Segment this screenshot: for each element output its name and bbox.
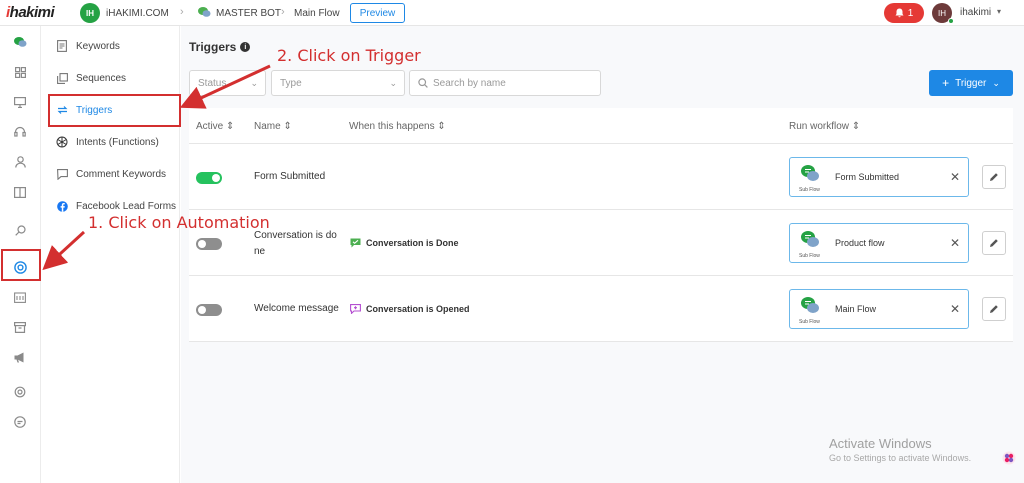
brand-logo-icon[interactable] — [1002, 451, 1016, 465]
annotation-step-2: 2. Click on Trigger — [277, 46, 421, 65]
activate-windows-subtitle: Go to Settings to activate Windows. — [829, 453, 972, 463]
arrow-to-automation — [42, 230, 86, 271]
activate-windows-title: Activate Windows — [829, 436, 932, 451]
annotation-arrows — [42, 64, 271, 271]
arrow-to-triggers — [179, 64, 271, 109]
annotation-step-1: 1. Click on Automation — [88, 213, 270, 232]
